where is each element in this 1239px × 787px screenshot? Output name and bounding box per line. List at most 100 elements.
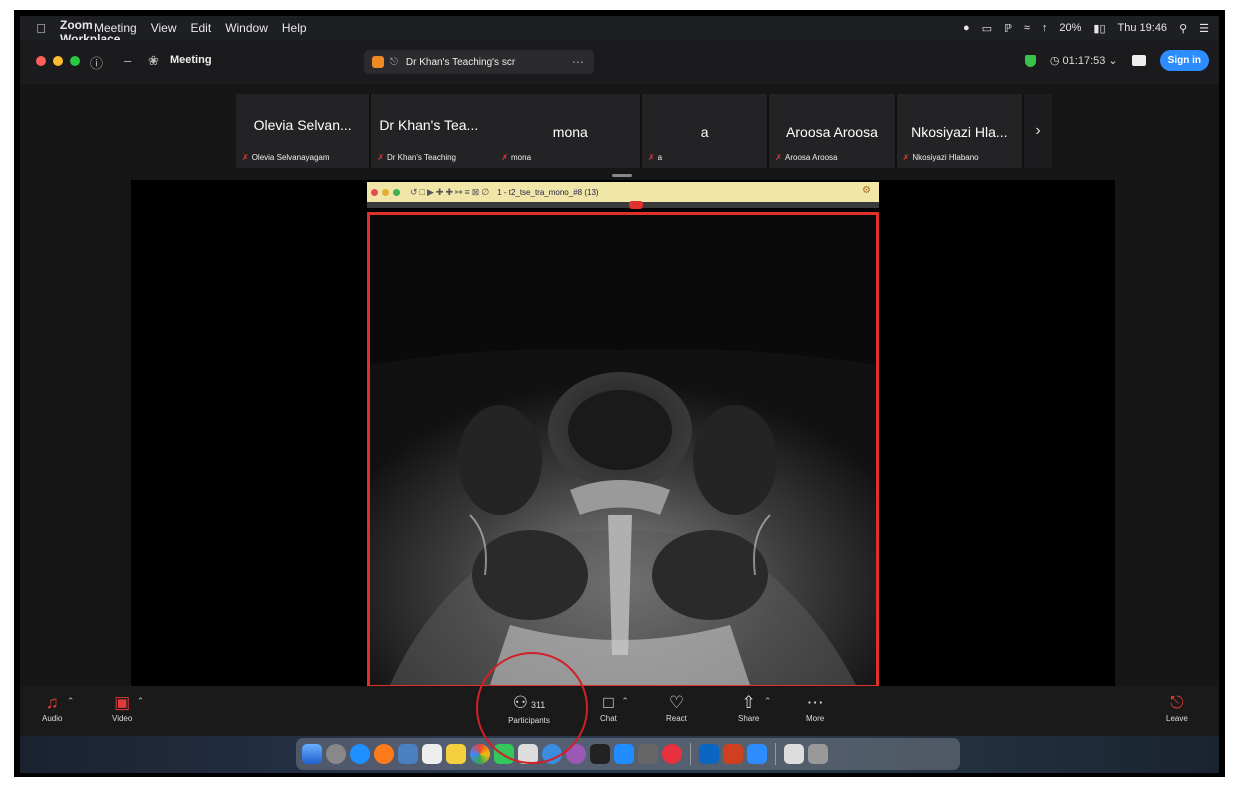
audio-button[interactable]: ♫ ⌃ Audio: [42, 692, 74, 723]
powerpoint-icon[interactable]: [723, 744, 743, 764]
battery-icon[interactable]: ▮▯: [1093, 22, 1105, 35]
screen-mirror-icon[interactable]: ▭: [982, 22, 992, 35]
downloads-icon[interactable]: [784, 744, 804, 764]
safari-icon[interactable]: [350, 744, 370, 764]
menu-view[interactable]: View: [151, 21, 177, 35]
apple-icon[interactable]: : [32, 21, 50, 36]
muted-mic-icon: ✗: [902, 153, 910, 162]
outlook-icon[interactable]: [699, 744, 719, 764]
sign-in-button[interactable]: Sign in: [1159, 50, 1209, 71]
chat-button[interactable]: □ ⌃ Chat: [600, 692, 629, 723]
video-button[interactable]: ▣ ⌃ Video: [112, 692, 144, 723]
react-button[interactable]: ♡ React: [666, 692, 687, 723]
participant-name: a: [700, 124, 709, 140]
participant-tile[interactable]: Nkosiyazi Hla... ✗ Nkosiyazi Hlabano: [896, 94, 1023, 168]
video-off-icon: ▣: [114, 693, 131, 712]
apple-tv-icon[interactable]: [590, 744, 610, 764]
close-window-button[interactable]: [36, 56, 46, 66]
mac-dock-background: [20, 736, 1219, 773]
menu-edit[interactable]: Edit: [191, 21, 212, 35]
more-button[interactable]: ⋯ More: [806, 692, 824, 723]
desktop-screen:  Zoom Workplace Meeting View Edit Windo…: [20, 16, 1219, 773]
share-tab-label: Dr Khan's Teaching's scr: [405, 56, 516, 68]
firefox-icon[interactable]: [374, 744, 394, 764]
security-shield-icon[interactable]: [1024, 54, 1036, 67]
menubar-clock[interactable]: Thu 19:46: [1118, 22, 1168, 34]
share-indicator-icon: [372, 56, 384, 68]
window-controls: [36, 56, 80, 66]
bluetooth-icon[interactable]: ℙ: [1004, 22, 1012, 35]
video-options-caret-icon[interactable]: ⌃: [137, 696, 145, 707]
audio-label: Audio: [42, 714, 63, 723]
timer-value: 01:17:53: [1062, 55, 1106, 67]
spotlight-search-icon[interactable]: ⚲: [1179, 22, 1187, 35]
next-participants-arrow-icon[interactable]: ›: [1024, 94, 1052, 168]
share-options-caret-icon[interactable]: ⌃: [764, 696, 772, 707]
meeting-timer[interactable]: ◷ 01:17:53 ⌄: [1050, 54, 1118, 67]
share-label: Share: [738, 714, 760, 723]
more-label: More: [806, 714, 825, 723]
chrome-icon[interactable]: [470, 744, 490, 764]
participant-tile-khan[interactable]: Dr Khan's Tea... ✗ Dr Khan's Teaching: [371, 94, 501, 168]
control-center-icon[interactable]: ☰: [1199, 22, 1209, 35]
participant-tile[interactable]: Aroosa Aroosa ✗ Aroosa Aroosa: [769, 94, 895, 168]
launchpad-icon[interactable]: [326, 744, 346, 764]
meeting-title: Meeting: [170, 54, 212, 66]
info-icon[interactable]: ⓘ: [90, 53, 103, 72]
minimize-window-button[interactable]: [53, 56, 63, 66]
red-annotation-circle: [476, 652, 588, 764]
viewer-minimize-button[interactable]: [382, 188, 389, 196]
slice-slider-knob[interactable]: [629, 201, 643, 209]
menu-app-name[interactable]: Zoom Workplace: [60, 18, 120, 46]
preview-icon[interactable]: [398, 744, 418, 764]
audio-options-caret-icon[interactable]: ⌃: [67, 696, 75, 707]
heart-icon: ♡: [668, 693, 685, 712]
calendar-icon[interactable]: [422, 744, 442, 764]
mri-axial-image: [367, 212, 879, 688]
participant-tile[interactable]: Olevia Selvan... ✗ Olevia Selvanayagam: [236, 94, 370, 168]
zoom-icon[interactable]: [747, 744, 767, 764]
participant-label: ✗ mona: [501, 153, 532, 162]
resize-handle[interactable]: [612, 174, 632, 177]
upload-icon[interactable]: ↑: [1042, 22, 1048, 34]
chat-options-caret-icon[interactable]: ⌃: [621, 696, 629, 707]
participant-name: Nkosiyazi Hla...: [911, 124, 1008, 140]
participant-name: Aroosa Aroosa: [786, 124, 878, 140]
leave-label: Leave: [1166, 714, 1188, 723]
minimize-meeting-icon[interactable]: –: [124, 53, 131, 68]
news-icon[interactable]: [662, 744, 682, 764]
slice-slider[interactable]: [367, 201, 879, 209]
titlebar-right: ◷ 01:17:53 ⌄ Sign in: [1024, 50, 1209, 71]
participant-strip: Olevia Selvan... ✗ Olevia Selvanayagam Dr…: [236, 94, 1024, 168]
screen-share-tab[interactable]: ⎋ Dr Khan's Teaching's scr ⋯: [364, 50, 594, 74]
menu-meeting[interactable]: Meeting: [94, 21, 137, 35]
menu-help[interactable]: Help: [282, 21, 307, 35]
system-settings-icon[interactable]: [638, 744, 658, 764]
participant-tile[interactable]: a ✗ a: [641, 94, 768, 168]
finder-icon[interactable]: [302, 744, 322, 764]
notes-icon[interactable]: [446, 744, 466, 764]
viewer-settings-icon[interactable]: ⚙: [862, 185, 871, 196]
participant-label: ✗ Aroosa Aroosa: [775, 153, 838, 162]
participant-label: ✗ Nkosiyazi Hlabano: [902, 153, 979, 162]
participant-tile-mona[interactable]: mona ✗ mona: [501, 94, 639, 168]
record-icon[interactable]: ●: [963, 22, 970, 34]
viewer-zoom-button[interactable]: [393, 188, 400, 196]
menu-window[interactable]: Window: [225, 21, 268, 35]
trash-icon[interactable]: [808, 744, 828, 764]
fullscreen-window-button[interactable]: [70, 56, 80, 66]
share-button[interactable]: ⇧ ⌃ Share: [738, 692, 771, 723]
participant-tile[interactable]: Dr Khan's Tea... ✗ Dr Khan's Teaching mon…: [371, 94, 640, 168]
viewer-tool-icons[interactable]: ↺□▶✚✚↦≡⊠∅: [410, 187, 491, 198]
viewer-close-button[interactable]: [371, 188, 378, 196]
participant-label: ✗ Olevia Selvanayagam: [242, 153, 330, 162]
wifi-icon[interactable]: ≈: [1024, 22, 1030, 34]
app-store-icon[interactable]: [614, 744, 634, 764]
muted-microphone-icon: ♫: [45, 693, 59, 712]
participant-name: mona: [552, 124, 588, 140]
dock-separator: [775, 743, 776, 765]
muted-mic-icon: ✗: [647, 153, 655, 162]
share-tab-options-icon[interactable]: ⋯: [572, 55, 584, 69]
view-layout-icon[interactable]: [1131, 55, 1146, 66]
leave-button[interactable]: ⎋ Leave: [1166, 692, 1188, 723]
